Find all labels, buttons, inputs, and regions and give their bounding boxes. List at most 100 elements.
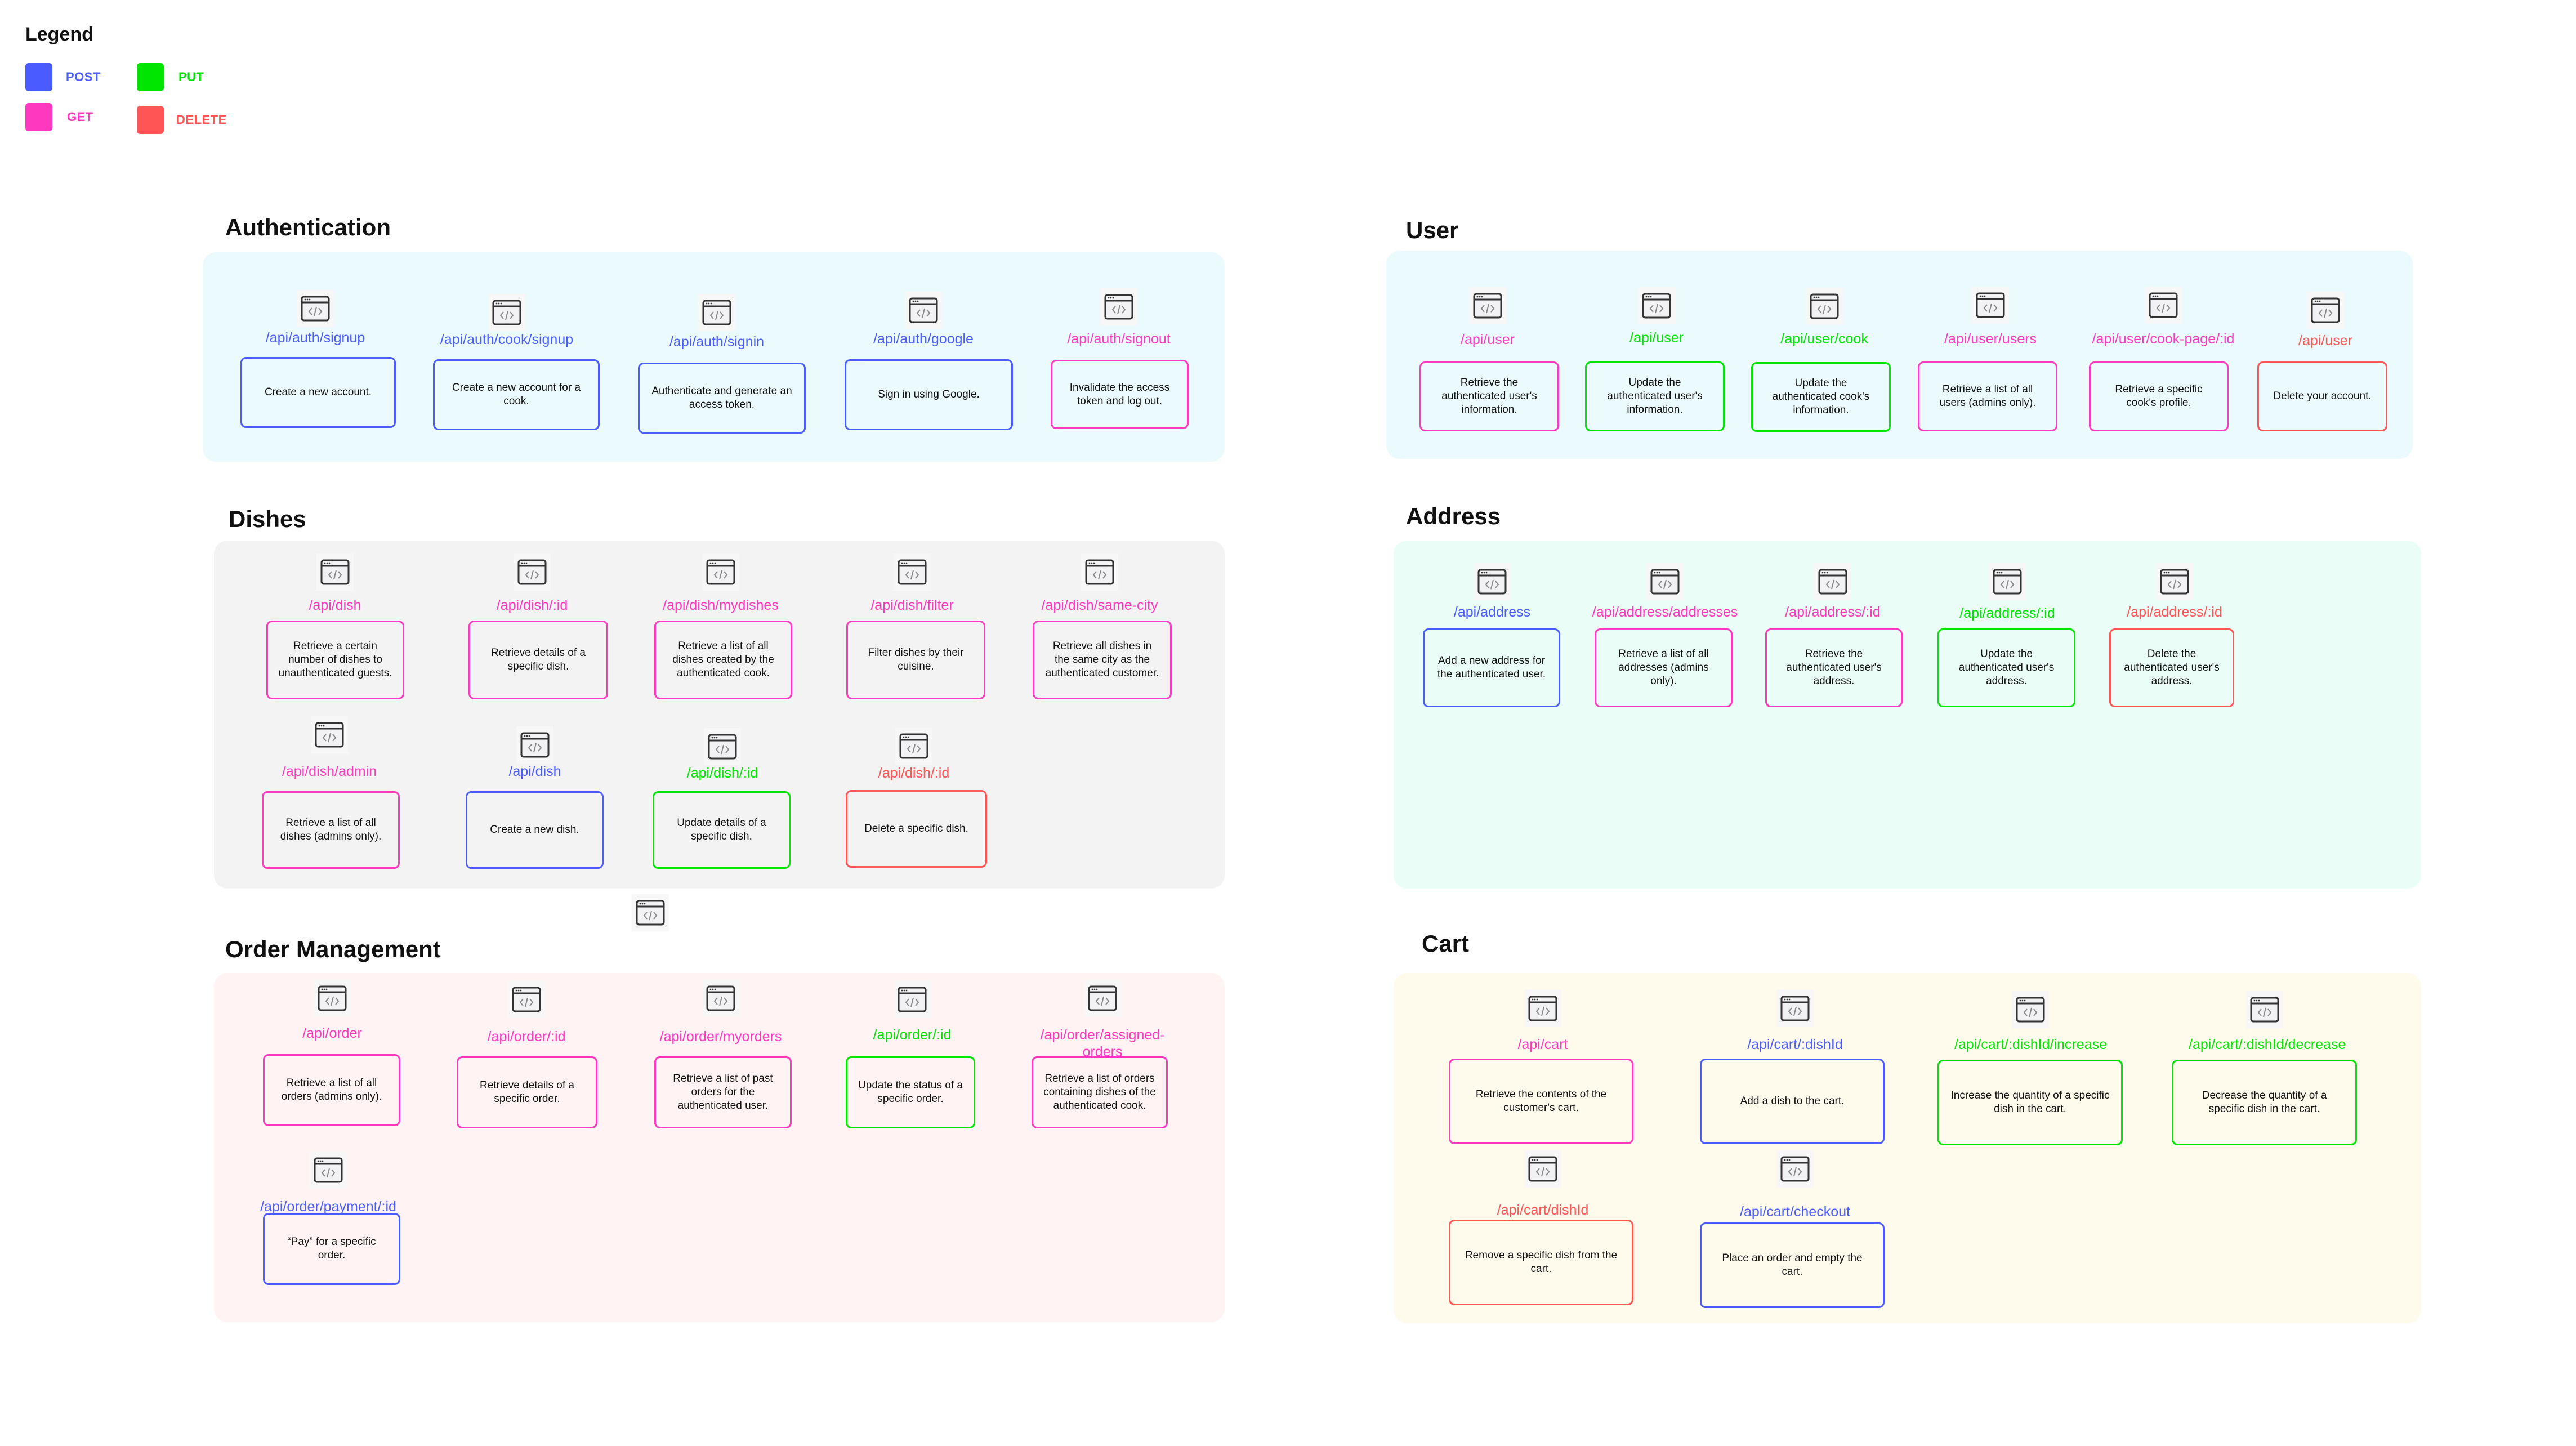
endpoint-card-cart-3[interactable]: Decrease the quantity of a specific dish… [2172, 1060, 2357, 1145]
endpoint-description: Retrieve a list of orders containing dis… [1043, 1073, 1156, 1112]
endpoint-description: Retrieve a list of all orders (admins on… [281, 1077, 382, 1103]
endpoint-card-authentication-0[interactable]: Create a new account. [240, 357, 396, 428]
endpoint-path: /api/auth/signout [1067, 331, 1171, 347]
endpoint-card-authentication-2[interactable]: Authenticate and generate an access toke… [638, 363, 806, 434]
legend-label-get: GET [67, 110, 93, 124]
endpoint-description: Filter dishes by their cuisine. [868, 647, 964, 672]
endpoint-path: /api/user/cook [1780, 331, 1868, 347]
api-code-window-icon [2246, 991, 2283, 1028]
api-code-window-icon [1084, 980, 1121, 1017]
endpoint-description: “Pay” for a specific order. [287, 1236, 376, 1261]
api-code-window-icon [894, 981, 931, 1018]
endpoint-path: /api/user/users [1944, 331, 2037, 347]
endpoint-card-dishes-0[interactable]: Retrieve a certain number of dishes to u… [266, 621, 404, 699]
endpoint-card-order-management-1[interactable]: Retrieve details of a specific order. [457, 1056, 597, 1128]
endpoint-path: /api/auth/signin [669, 334, 765, 350]
endpoint-card-user-0[interactable]: Retrieve the authenticated user's inform… [1419, 362, 1559, 431]
api-code-window-icon [698, 294, 735, 331]
legend-title: Legend [25, 24, 93, 45]
endpoint-card-dishes-5[interactable]: Retrieve a list of all dishes (admins on… [262, 791, 400, 869]
section-title-address: Address [1406, 503, 1501, 529]
section-title-user: User [1406, 217, 1459, 243]
endpoint-path: /api/dish/filter [870, 597, 954, 613]
endpoint-card-order-management-0[interactable]: Retrieve a list of all orders (admins on… [263, 1054, 400, 1126]
endpoint-card-dishes-2[interactable]: Retrieve a list of all dishes created by… [654, 621, 792, 699]
endpoint-card-dishes-4[interactable]: Retrieve all dishes in the same city as … [1033, 621, 1172, 699]
api-code-window-icon [1524, 1150, 1561, 1188]
legend-label-post: POST [66, 70, 101, 84]
endpoint-card-cart-2[interactable]: Increase the quantity of a specific dish… [1937, 1060, 2123, 1145]
endpoint-path: /api/user/cook-page/:id [2092, 331, 2235, 347]
endpoint-card-cart-0[interactable]: Retrieve the contents of the customer's … [1449, 1059, 1633, 1144]
endpoint-path: /api/dish/admin [282, 764, 377, 779]
endpoint-path: /api/dish/:id [496, 597, 568, 613]
endpoint-card-user-3[interactable]: Retrieve a list of all users (admins onl… [1918, 362, 2057, 431]
endpoint-card-user-2[interactable]: Update the authenticated cook's informat… [1751, 362, 1891, 432]
endpoint-card-address-4[interactable]: Delete the authenticated user's address. [2109, 628, 2234, 707]
endpoint-path: /api/order [302, 1025, 362, 1041]
section-title-cart: Cart [1422, 930, 1470, 957]
endpoint-card-cart-1[interactable]: Add a dish to the cart. [1700, 1059, 1885, 1144]
endpoint-description: Create a new account. [264, 386, 372, 398]
endpoint-card-order-management-2[interactable]: Retrieve a list of past orders for the a… [654, 1056, 792, 1128]
endpoint-card-cart-5[interactable]: Place an order and empty the cart. [1700, 1222, 1885, 1308]
endpoint-path: /api/address/:id [1785, 604, 1881, 620]
endpoint-card-cart-4[interactable]: Remove a specific dish from the cart. [1449, 1220, 1633, 1305]
endpoint-path: /api/auth/signup [265, 330, 365, 346]
legend-swatch-post [25, 63, 52, 91]
endpoint-card-dishes-3[interactable]: Filter dishes by their cuisine. [846, 621, 985, 699]
endpoint-path: /api/order/myorders [659, 1029, 782, 1045]
legend-swatch-get [25, 103, 52, 131]
endpoint-path: /api/cart [1517, 1037, 1568, 1052]
endpoint-description: Place an order and empty the cart. [1722, 1252, 1863, 1278]
api-code-window-icon [894, 554, 931, 591]
api-code-window-icon [316, 554, 354, 591]
endpoint-description: Update the authenticated user's address. [1958, 648, 2055, 687]
endpoint-description: Authenticate and generate an access toke… [651, 385, 792, 410]
endpoint-card-authentication-3[interactable]: Sign in using Google. [845, 359, 1013, 430]
endpoint-path: /api/order/assigned-orders [1040, 1027, 1165, 1060]
endpoint-card-authentication-4[interactable]: Invalidate the access token and log out. [1051, 360, 1189, 429]
endpoint-card-user-1[interactable]: Update the authenticated user's informat… [1585, 362, 1725, 431]
endpoint-path: /api/auth/google [873, 331, 974, 347]
legend-item-post: POST [25, 63, 101, 91]
endpoint-path: /api/cart/:dishId [1747, 1037, 1843, 1052]
endpoint-card-authentication-1[interactable]: Create a new account for a cook. [433, 359, 600, 430]
legend-label-put: PUT [178, 70, 204, 84]
section-title-authentication: Authentication [225, 214, 391, 240]
api-code-window-icon [314, 980, 351, 1017]
endpoint-path: /api/address/addresses [1592, 604, 1738, 620]
api-code-window-icon [1081, 554, 1118, 591]
endpoint-card-address-1[interactable]: Retrieve a list of all addresses (admins… [1595, 628, 1733, 707]
endpoint-card-order-management-5[interactable]: “Pay” for a specific order. [263, 1213, 400, 1285]
api-code-window-icon [311, 716, 348, 753]
endpoint-description: Retrieve a list of all dishes created by… [672, 640, 774, 679]
api-code-window-icon [702, 554, 739, 591]
endpoint-card-order-management-3[interactable]: Update the status of a specific order. [846, 1056, 975, 1128]
api-code-window-icon [1806, 288, 1843, 325]
api-code-window-icon [1646, 563, 1684, 600]
endpoint-card-address-0[interactable]: Add a new address for the authenticated … [1423, 628, 1560, 707]
endpoint-card-address-3[interactable]: Update the authenticated user's address. [1937, 628, 2075, 707]
api-code-window-icon [1474, 563, 1511, 600]
endpoint-card-dishes-1[interactable]: Retrieve details of a specific dish. [468, 621, 608, 699]
endpoint-card-order-management-4[interactable]: Retrieve a list of orders containing dis… [1032, 1056, 1168, 1128]
api-code-window-icon [2156, 563, 2193, 600]
api-code-window-icon [508, 981, 545, 1018]
endpoint-card-user-5[interactable]: Delete your account. [2257, 362, 2387, 431]
endpoint-description: Retrieve a list of past orders for the a… [673, 1073, 773, 1112]
endpoint-description: Update the authenticated cook's informat… [1772, 377, 1870, 416]
endpoint-path: /api/dish [508, 764, 561, 779]
endpoint-card-dishes-7[interactable]: Update details of a specific dish. [653, 791, 791, 869]
endpoint-card-dishes-8[interactable]: Delete a specific dish. [846, 790, 987, 868]
endpoint-card-address-2[interactable]: Retrieve the authenticated user's addres… [1765, 628, 1903, 707]
endpoint-description: Delete your account. [2273, 390, 2372, 402]
endpoint-card-dishes-6[interactable]: Create a new dish. [466, 791, 604, 869]
section-panel-address [1394, 541, 2421, 889]
api-code-window-icon [1972, 287, 2009, 324]
endpoint-path: /api/order/:id [487, 1029, 566, 1045]
endpoint-path: /api/dish/:id [686, 765, 758, 781]
api-code-window-icon [704, 728, 741, 765]
api-code-window-icon [1989, 563, 2026, 600]
endpoint-card-user-4[interactable]: Retrieve a specific cook's profile. [2089, 362, 2229, 431]
